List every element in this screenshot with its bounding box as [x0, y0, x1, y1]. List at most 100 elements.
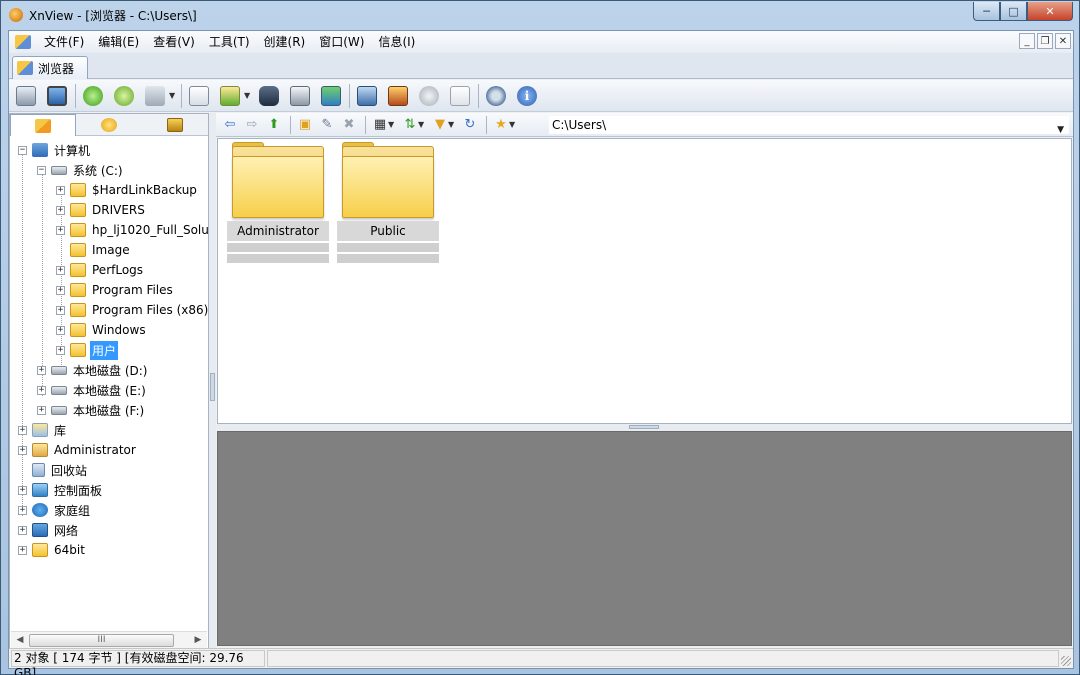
expand-icon[interactable]: + [18, 445, 27, 455]
tab-browser[interactable]: 浏览器 [12, 56, 88, 79]
calculator-button[interactable] [447, 83, 473, 109]
refresh-button[interactable] [80, 83, 106, 109]
filter-dropdown-icon[interactable]: ▼ [448, 120, 456, 129]
expand-icon[interactable]: + [37, 405, 46, 415]
browser-doc-icon[interactable] [15, 35, 31, 49]
settings-button[interactable] [483, 83, 509, 109]
tree-node-drive-d[interactable]: + 本地磁盘 (D:) [37, 360, 149, 380]
expand-icon[interactable]: + [56, 225, 65, 235]
resize-grip-icon[interactable] [1061, 656, 1071, 666]
vertical-splitter[interactable] [209, 113, 216, 650]
tab-favorites[interactable] [76, 114, 142, 136]
print-button[interactable] [287, 83, 313, 109]
convert-button[interactable] [142, 83, 168, 109]
path-combobox[interactable]: C:\Users\ ▼ [549, 116, 1069, 135]
minimize-button[interactable]: ─ [973, 2, 1000, 21]
expand-icon[interactable]: + [56, 345, 65, 355]
file-item[interactable]: Administrator [227, 142, 329, 263]
mdi-restore-button[interactable]: ❐ [1037, 33, 1053, 49]
expand-icon[interactable]: + [18, 545, 27, 555]
title-bar[interactable]: XnView - [浏览器 - C:\Users\] ─ □ ✕ [1, 1, 1079, 29]
favorite-star-icon[interactable]: ★ [491, 115, 511, 135]
expand-icon[interactable]: + [18, 425, 27, 435]
expand-icon[interactable]: + [18, 485, 27, 495]
filter-icon[interactable]: ▼ [430, 115, 450, 135]
sync-icon[interactable]: ↻ [460, 115, 480, 135]
tree-node-64bit[interactable]: + 64bit [18, 540, 87, 560]
tree-node-folder[interactable]: + Program Files [56, 280, 175, 300]
acquire-button[interactable] [13, 83, 39, 109]
tree-node-folder[interactable]: + DRIVERS [56, 200, 147, 220]
export-dropdown-icon[interactable]: ▼ [244, 91, 252, 100]
menu-edit[interactable]: 编辑(E) [91, 32, 146, 52]
file-thumbnail-view[interactable]: Administrator Public [217, 138, 1072, 424]
expand-icon[interactable]: + [37, 385, 46, 395]
expand-icon[interactable]: + [37, 365, 46, 375]
tree-node-network[interactable]: + 网络 [18, 520, 80, 540]
view-mode-icon[interactable]: ▦ [370, 115, 390, 135]
sort-icon[interactable]: ⇅ [400, 115, 420, 135]
tree-node-folder[interactable]: Image [56, 240, 132, 260]
convert-dropdown-icon[interactable]: ▼ [169, 91, 177, 100]
tree-horizontal-scrollbar[interactable]: ◀ III ▶ [11, 631, 207, 648]
tree-node-folder[interactable]: + PerfLogs [56, 260, 145, 280]
tree-node-administrator[interactable]: + Administrator [18, 440, 138, 460]
mdi-minimize-button[interactable]: _ [1019, 33, 1035, 49]
collapse-icon[interactable]: − [37, 165, 46, 175]
collapse-icon[interactable]: − [18, 145, 27, 155]
tree-node-folder[interactable]: + Windows [56, 320, 148, 340]
contact-sheet-button[interactable] [416, 83, 442, 109]
menu-info[interactable]: 信息(I) [371, 32, 422, 52]
tree-node-computer[interactable]: − 计算机 [18, 140, 92, 160]
expand-icon[interactable]: + [56, 205, 65, 215]
horizontal-splitter[interactable] [217, 424, 1072, 431]
tree-node-library[interactable]: + 库 [18, 420, 68, 440]
xnview-app-icon[interactable] [9, 8, 23, 22]
expand-icon[interactable]: + [56, 325, 65, 335]
fullscreen-button[interactable] [44, 83, 70, 109]
tree-node-control-panel[interactable]: + 控制面板 [18, 480, 104, 500]
scroll-left-icon[interactable]: ◀ [13, 634, 27, 647]
tab-categories[interactable] [142, 114, 208, 136]
sort-dropdown-icon[interactable]: ▼ [418, 120, 426, 129]
tree-node-drive-f[interactable]: + 本地磁盘 (F:) [37, 400, 146, 420]
tree-node-users-selected[interactable]: + 用户 [56, 340, 119, 360]
tab-folders[interactable] [10, 114, 76, 136]
menu-create[interactable]: 创建(R) [257, 32, 313, 52]
delete-icon[interactable]: ✖ [339, 115, 359, 135]
expand-icon[interactable]: + [18, 525, 27, 535]
find-button[interactable] [256, 83, 282, 109]
tree-node-recycle-bin[interactable]: 回收站 [18, 460, 89, 480]
scroll-right-icon[interactable]: ▶ [191, 634, 205, 647]
path-dropdown-icon[interactable]: ▼ [1057, 122, 1064, 139]
forward-arrow-icon[interactable]: ⇨ [242, 115, 262, 135]
rename-icon[interactable]: ✎ [317, 115, 337, 135]
mdi-close-button[interactable]: ✕ [1055, 33, 1071, 49]
menu-view[interactable]: 查看(V) [146, 32, 202, 52]
export-button[interactable] [217, 83, 243, 109]
maximize-button[interactable]: □ [1000, 2, 1027, 21]
menu-tools[interactable]: 工具(T) [202, 32, 257, 52]
expand-icon[interactable]: + [56, 185, 65, 195]
tree-node-homegroup[interactable]: + 家庭组 [18, 500, 92, 520]
scroll-thumb[interactable]: III [29, 634, 174, 647]
close-button[interactable]: ✕ [1027, 2, 1073, 21]
tree-node-folder[interactable]: + $HardLinkBackup [56, 180, 199, 200]
file-item[interactable]: Public [337, 142, 439, 263]
splitter-collapse-icon[interactable] [629, 425, 659, 429]
expand-icon[interactable]: + [56, 305, 65, 315]
back-arrow-icon[interactable]: ⇦ [220, 115, 240, 135]
expand-icon[interactable]: + [18, 505, 27, 515]
slideshow-button[interactable] [318, 83, 344, 109]
properties-button[interactable] [186, 83, 212, 109]
favorite-dropdown-icon[interactable]: ▼ [509, 120, 517, 129]
tree-node-folder[interactable]: + hp_lj1020_Full_Solut [56, 220, 208, 240]
tree-node-system-drive[interactable]: − 系统 (C:) [37, 160, 125, 180]
view-mode-dropdown-icon[interactable]: ▼ [388, 120, 396, 129]
up-folder-icon[interactable]: ⬆ [264, 115, 284, 135]
menu-file[interactable]: 文件(F) [37, 32, 91, 52]
expand-icon[interactable]: + [56, 285, 65, 295]
tree-node-folder[interactable]: + Program Files (x86) [56, 300, 208, 320]
present-button[interactable] [385, 83, 411, 109]
reload-button[interactable] [111, 83, 137, 109]
